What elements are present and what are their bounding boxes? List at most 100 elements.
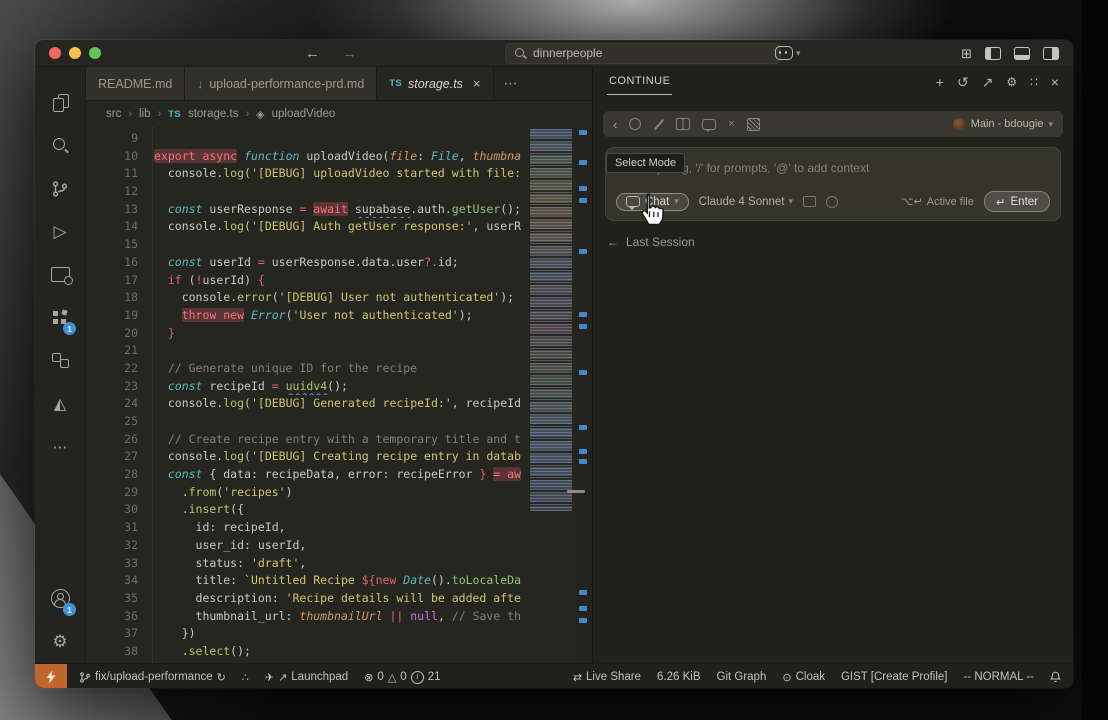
status-file-size[interactable]: 6.26 KiB [657, 671, 700, 683]
sidebar-item-extension-view[interactable]: ◭ [35, 382, 85, 425]
sidebar-item-extensions[interactable]: 1 [35, 296, 85, 339]
breadcrumb-item-storage.ts[interactable]: storage.ts [188, 108, 239, 120]
scrollbar-marker [579, 459, 587, 464]
chevron-down-icon: ▾ [1048, 119, 1053, 130]
layout-customize-icon[interactable]: ⊞ [961, 48, 972, 59]
clock-icon[interactable] [629, 118, 641, 130]
sidebar-item-source-control[interactable] [35, 167, 85, 210]
attach-image-icon[interactable] [803, 196, 816, 207]
tab-upload-performance-prd.md[interactable]: ↓upload-performance-prd.md [185, 67, 377, 100]
status-git-branch[interactable]: fix/upload-performance↻ [79, 671, 226, 684]
editor-scrollbar[interactable] [575, 127, 592, 663]
scrollbar-marker [579, 590, 587, 595]
sidebar-item-more-views[interactable]: ⋯ [35, 425, 85, 468]
back-chevron-icon[interactable]: ‹ [613, 117, 617, 132]
context-icon[interactable] [826, 196, 838, 208]
close-icon[interactable]: × [1051, 74, 1059, 90]
tab-README.md[interactable]: README.md [86, 67, 185, 100]
breadcrumb-item-uploadVideo[interactable]: uploadVideo [272, 108, 336, 120]
remote-indicator[interactable] [35, 664, 67, 688]
line-number: 23 [86, 378, 146, 396]
breadcrumb-item-src[interactable]: src [106, 108, 121, 120]
code-line: 32 user_id: userId, [86, 537, 528, 555]
code-text: const userResponse = await supabase.auth… [146, 201, 528, 219]
badge: 1 [63, 603, 76, 616]
sidebar-item-settings[interactable]: ⚙ [35, 620, 85, 663]
code-line: 29 .from('recipes') [86, 484, 528, 502]
toggle-secondary-sidebar-icon[interactable] [1043, 47, 1059, 60]
code-line: 14 console.log('[DEBUG] Auth getUser res… [86, 218, 528, 236]
enter-button[interactable]: ↵ Enter [984, 191, 1050, 212]
status-launchpad[interactable]: ✈↗Launchpad [265, 671, 348, 684]
line-number: 36 [86, 608, 146, 626]
code-text: thumbnail_url: thumbnailUrl || null, // … [146, 608, 528, 626]
minimize-window-button[interactable] [69, 47, 81, 59]
arrow-left-icon: ← [607, 235, 619, 249]
desktop-edge [1082, 0, 1108, 720]
sidebar-item-accounts[interactable]: 1 [35, 577, 85, 620]
last-session-link[interactable]: ← Last Session [607, 235, 1073, 249]
close-window-button[interactable] [49, 47, 61, 59]
code-text [146, 413, 528, 431]
model-select[interactable]: Claude 4 Sonnet ▾ [699, 196, 793, 208]
breadcrumb-item-lib[interactable]: lib [139, 108, 151, 120]
minimap-content [530, 129, 572, 511]
nav-forward-icon[interactable]: → [342, 45, 357, 62]
status-problems[interactable]: ⊗0△0i21 [364, 671, 440, 684]
close-tab-icon[interactable]: × [473, 76, 481, 91]
scrollbar-marker [579, 618, 587, 623]
code-text: }) [146, 625, 528, 643]
settings-icon[interactable]: ⚙ [1006, 75, 1017, 89]
code-line: 34 title: `Untitled Recipe ${new Date().… [86, 572, 528, 590]
split-view-icon[interactable] [676, 118, 690, 130]
last-session-label: Last Session [626, 235, 695, 249]
status-git-graph[interactable]: Git Graph [717, 671, 767, 683]
copilot-menu[interactable]: ▾ [775, 46, 801, 60]
status-paw-status[interactable]: ∴ [242, 671, 249, 684]
fullscreen-icon[interactable]: ∷ [1030, 75, 1038, 89]
nav-back-icon[interactable]: ← [305, 45, 320, 62]
sidebar-item-remote-explorer[interactable] [35, 253, 85, 296]
status-notifications[interactable] [1050, 671, 1061, 683]
edit-icon[interactable] [653, 119, 664, 130]
scrollbar-marker [579, 312, 587, 317]
return-icon: ↵ [996, 195, 1006, 209]
minimap-slider-edge [567, 490, 585, 493]
sidebar-item-explorer[interactable] [35, 81, 85, 124]
toggle-panel-icon[interactable] [1014, 47, 1030, 60]
sidebar-item-search[interactable] [35, 124, 85, 167]
code-line: 36 thumbnail_url: thumbnailUrl || null, … [86, 608, 528, 626]
sidebar-item-references[interactable] [35, 339, 85, 382]
minimap[interactable] [528, 127, 575, 663]
markdown-icon: ↓ [197, 77, 203, 91]
vscode-window: ← → dinnerpeople ▾ ⊞ ▷1◭⋯1⚙ README.md↓up… [35, 40, 1073, 688]
tab-overflow-icon[interactable]: ⋯ [494, 67, 528, 100]
sidebar-item-run-debug[interactable]: ▷ [35, 210, 85, 253]
session-selector[interactable]: Main - bdougie ▾ [953, 118, 1053, 131]
code-line: 16 const userId = userResponse.data.user… [86, 254, 528, 272]
status-vim-mode[interactable]: -- NORMAL -- [964, 671, 1034, 683]
line-number: 9 [86, 130, 146, 148]
code-text [146, 236, 528, 254]
status-cloak[interactable]: ⊙Cloak [782, 671, 825, 684]
tab-continue[interactable]: CONTINUE [607, 69, 672, 95]
scrollbar-marker [579, 606, 587, 611]
history-icon[interactable]: ↺ [957, 74, 969, 91]
toggle-sidebar-icon[interactable] [985, 47, 1001, 60]
tab-storage.ts[interactable]: TSstorage.ts× [377, 67, 493, 100]
status-gist[interactable]: GIST [Create Profile] [841, 671, 948, 683]
close-small-icon[interactable]: × [728, 119, 734, 129]
line-number: 30 [86, 501, 146, 519]
new-session-icon[interactable]: + [936, 74, 944, 90]
grid-icon[interactable] [747, 118, 760, 131]
status-live-share[interactable]: ⇄Live Share [573, 671, 641, 684]
zoom-window-button[interactable] [89, 47, 101, 59]
line-number: 29 [86, 484, 146, 502]
code-editor[interactable]: 910export async function uploadVideo(fil… [86, 127, 592, 663]
comment-icon[interactable] [702, 119, 716, 130]
command-center-search[interactable]: dinnerpeople [505, 43, 781, 64]
code-line: 21 [86, 342, 528, 360]
breadcrumb[interactable]: src›lib›TSstorage.ts›◈uploadVideo [86, 101, 592, 127]
open-external-icon[interactable]: ↗ [982, 74, 994, 91]
code-line: 13 const userResponse = await supabase.a… [86, 201, 528, 219]
